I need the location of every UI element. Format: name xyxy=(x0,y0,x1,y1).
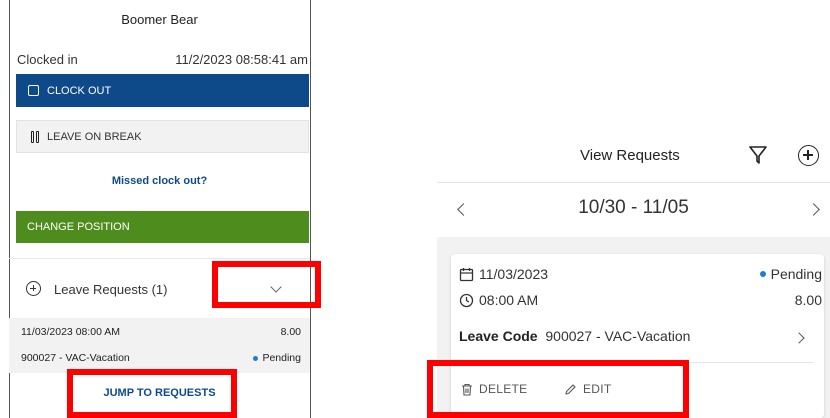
leave-code-value: 900027 - VAC-Vacation xyxy=(545,328,691,344)
leave-code-label: Leave Code xyxy=(459,328,538,344)
change-position-label: CHANGE POSITION xyxy=(27,221,130,233)
request-date-text: 11/03/2023 xyxy=(479,266,549,282)
square-icon xyxy=(28,85,39,96)
leave-request-code: 900027 - VAC-Vacation xyxy=(21,352,130,364)
clock-timestamp: 11/2/2023 08:58:41 am xyxy=(175,52,308,67)
clock-out-button[interactable]: CLOCK OUT xyxy=(16,74,309,107)
leave-request-item[interactable]: 11/03/2023 08:00 AM 8.00 900027 - VAC-Va… xyxy=(9,318,310,373)
date-range: 10/30 - 11/05 xyxy=(578,197,689,218)
change-position-button[interactable]: CHANGE POSITION xyxy=(16,211,309,243)
clock-out-label: CLOCK OUT xyxy=(47,84,112,97)
status-dot-icon xyxy=(759,271,766,277)
highlight-jump-box xyxy=(67,369,237,418)
page-title: View Requests xyxy=(580,147,680,164)
leave-request-datetime: 11/03/2023 08:00 AM xyxy=(21,326,121,338)
timeclock-panel: Boomer Bear Clocked in 11/2/2023 08:58:4… xyxy=(9,0,310,418)
date-range-bar: 10/30 - 11/05 xyxy=(437,182,830,238)
leave-on-break-button[interactable]: LEAVE ON BREAK xyxy=(16,120,309,153)
status-badge: Pending xyxy=(253,352,301,364)
calendar-icon xyxy=(459,267,474,281)
missed-clock-out-link[interactable]: Missed clock out? xyxy=(9,175,310,187)
leave-requests-title: Leave Requests (1) xyxy=(54,282,168,297)
left-panel-border-right xyxy=(310,0,311,418)
request-status: Pending xyxy=(770,266,822,282)
add-request-icon[interactable] xyxy=(798,145,819,166)
pause-icon xyxy=(31,130,39,143)
request-leave-code: Leave Code 900027 - VAC-Vacation xyxy=(459,328,690,344)
filter-icon[interactable] xyxy=(748,145,768,170)
request-time-text: 08:00 AM xyxy=(479,292,539,308)
status-dot-icon xyxy=(253,355,259,361)
clock-icon xyxy=(459,293,474,307)
plus-circle-icon xyxy=(26,281,41,296)
leave-on-break-label: LEAVE ON BREAK xyxy=(47,130,142,143)
leave-request-hours: 8.00 xyxy=(280,326,301,338)
chevron-right-icon[interactable] xyxy=(793,332,805,344)
status-badge: Pending xyxy=(759,266,822,282)
request-date: 11/03/2023 xyxy=(459,266,548,282)
request-time: 08:00 AM xyxy=(459,292,538,308)
request-hours: 8.00 xyxy=(794,292,822,308)
highlight-expand-box xyxy=(212,261,321,308)
highlight-actions-box xyxy=(427,360,689,418)
user-name: Boomer Bear xyxy=(121,12,198,27)
leave-request-status: Pending xyxy=(262,352,301,364)
clock-status: Clocked in xyxy=(17,52,78,67)
